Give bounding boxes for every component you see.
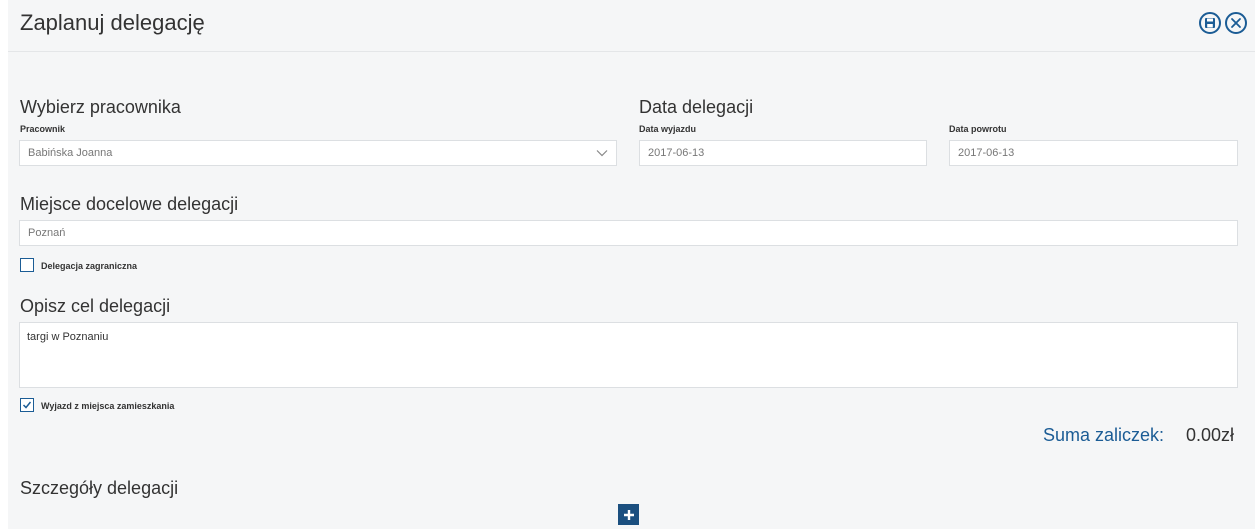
from-home-checkbox[interactable] [20, 398, 34, 412]
save-button[interactable] [1199, 12, 1221, 34]
destination-input[interactable]: Poznań [19, 220, 1238, 246]
floppy-disk-icon [1205, 18, 1215, 28]
add-detail-button[interactable] [618, 504, 639, 525]
dialog-header: Zaplanuj delegację [8, 0, 1255, 52]
return-label: Data powrotu [949, 124, 1007, 134]
destination-section-title: Miejsce docelowe delegacji [20, 194, 239, 214]
page-title: Zaplanuj delegację [20, 10, 205, 35]
advances-sum-label: Suma zaliczek: [1043, 425, 1165, 445]
close-button[interactable] [1225, 12, 1247, 34]
departure-date-input[interactable]: 2017-06-13 [639, 140, 927, 166]
employee-select-value: Babińska Joanna [28, 147, 113, 159]
employee-label: Pracownik [20, 124, 66, 134]
from-home-label: Wyjazd z miejsca zamieszkania [41, 401, 175, 411]
purpose-section-title: Opisz cel delegacji [20, 296, 171, 316]
plus-icon [623, 509, 634, 520]
chevron-down-icon [596, 150, 608, 157]
purpose-textarea[interactable]: targi w Poznaniu [19, 322, 1238, 388]
details-section-title: Szczegóły delegacji [20, 478, 179, 498]
checkmark-icon [22, 401, 32, 409]
employee-section-title: Wybierz pracownika [20, 97, 181, 117]
close-icon [1231, 18, 1241, 28]
departure-label: Data wyjazdu [639, 124, 697, 134]
form-panel [8, 0, 1255, 529]
foreign-delegation-checkbox[interactable] [20, 258, 34, 272]
foreign-delegation-label: Delegacja zagraniczna [41, 261, 138, 271]
advances-sum-value: 0.00zł [1186, 425, 1235, 445]
employee-select[interactable]: Babińska Joanna [19, 140, 617, 166]
return-date-input[interactable]: 2017-06-13 [949, 140, 1238, 166]
dates-section-title: Data delegacji [639, 97, 754, 117]
